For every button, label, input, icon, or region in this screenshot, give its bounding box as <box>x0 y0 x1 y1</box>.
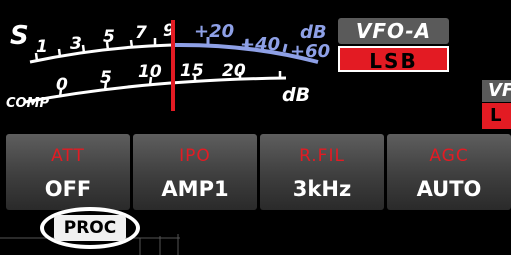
radio-display-screen: S 1 3 5 7 9 +20 +40 +60 dB COMP 0 5 10 1… <box>0 0 511 255</box>
comp-db-label: dB <box>282 84 310 106</box>
s-db-label: dB <box>300 22 327 43</box>
agc-key-value: AUTO <box>416 177 482 201</box>
att-key[interactable]: ATT OFF <box>6 134 130 210</box>
s-scale-plus20: +20 <box>194 21 234 42</box>
s-scale-plus40: +40 <box>240 34 280 55</box>
s-scale-7: 7 <box>135 23 147 43</box>
comp-scale-20: 20 <box>222 61 246 81</box>
comp-label: COMP <box>6 96 50 111</box>
rfil-key-value: 3kHz <box>292 177 352 201</box>
vfo-b-label: VF <box>482 80 511 102</box>
ipo-key[interactable]: IPO AMP1 <box>133 134 257 210</box>
att-key-value: OFF <box>44 177 92 201</box>
s-scale-arc <box>29 43 173 64</box>
ipo-key-value: AMP1 <box>161 177 229 201</box>
rfil-key-title: R.FIL <box>299 146 345 166</box>
rfil-key[interactable]: R.FIL 3kHz <box>260 134 384 210</box>
proc-indicator: PROC <box>54 215 126 241</box>
s-scale-5: 5 <box>103 27 115 47</box>
s-scale-3: 3 <box>70 34 82 54</box>
ipo-key-title: IPO <box>179 146 211 166</box>
function-key-bar: ATT OFF IPO AMP1 R.FIL 3kHz AGC AUTO <box>6 134 511 210</box>
comp-scale-15: 15 <box>180 61 204 81</box>
agc-key-title: AGC <box>429 146 469 166</box>
att-key-title: ATT <box>51 146 85 166</box>
vfo-a-label: VFO-A <box>338 18 449 44</box>
agc-key[interactable]: AGC AUTO <box>387 134 511 210</box>
comp-scale-0: 0 <box>56 75 68 95</box>
s-scale-1: 1 <box>36 37 48 57</box>
vfo-b-mode-badge: L <box>482 103 511 129</box>
s-label: S <box>10 21 29 51</box>
comp-scale-10: 10 <box>138 62 162 82</box>
comp-scale-5: 5 <box>100 68 112 88</box>
s-scale-plus60: +60 <box>290 41 330 62</box>
mode-badge: LSB <box>338 46 449 73</box>
